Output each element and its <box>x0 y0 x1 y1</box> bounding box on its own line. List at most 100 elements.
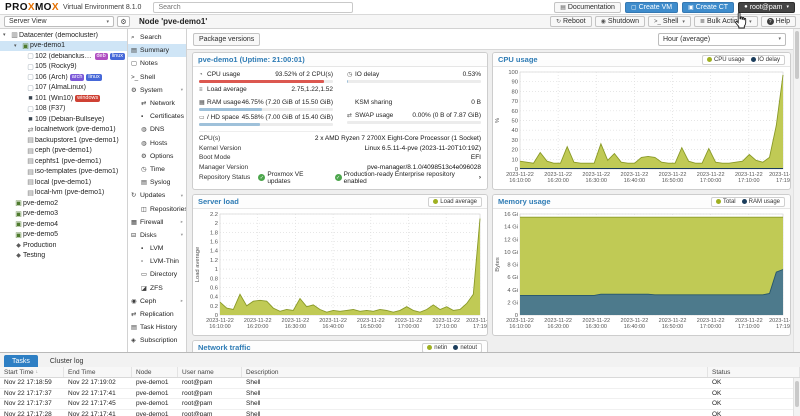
menu-item-directory[interactable]: ▭Directory <box>128 268 186 281</box>
menu-item-search[interactable]: ⌕Search <box>128 31 186 44</box>
bulk-actions-button[interactable]: ≣Bulk Actions▾ <box>694 16 758 27</box>
tree-item-pool-testing[interactable]: ◆Testing <box>0 251 127 262</box>
menu-item-updates[interactable]: ↻Updates▾ <box>128 189 186 202</box>
tree-item-pve-demo4[interactable]: ▣pve-demo4 <box>0 219 127 230</box>
search-icon: ⌕ <box>131 34 140 42</box>
menu-item-hosts[interactable]: ◍Hosts <box>128 137 186 150</box>
time-range-select[interactable]: Hour (average)▾ <box>658 33 786 46</box>
storage-icon: ▤ <box>26 136 35 144</box>
menu-item-zfs[interactable]: ◪ZFS <box>128 282 186 295</box>
tab-cluster-log[interactable]: Cluster log <box>42 355 91 367</box>
tree-item-vm-107[interactable]: ▢107 (AlmaLinux) <box>0 83 127 94</box>
package-versions-button[interactable]: Package versions <box>193 33 260 46</box>
hd-space-bar <box>199 123 333 126</box>
tree-item-local-lvm[interactable]: ▤local-lvm (pve-demo1) <box>0 188 127 199</box>
menu-item-syslog[interactable]: ▤Syslog <box>128 176 186 189</box>
reboot-button[interactable]: ↻Reboot <box>550 16 592 27</box>
certificate-icon: ▪ <box>141 113 150 120</box>
user-menu-button[interactable]: ●root@pam▾ <box>738 2 795 13</box>
tree-item-vm-109[interactable]: ■109 (Debian-Bullseye) <box>0 114 127 125</box>
menu-item-system[interactable]: ⚙System▾ <box>128 84 186 97</box>
menu-item-notes[interactable]: ▢Notes <box>128 57 186 70</box>
vm-icon: ▢ <box>26 52 35 60</box>
col-status[interactable]: Status <box>708 367 800 377</box>
col-node[interactable]: Node <box>132 367 178 377</box>
menu-item-firewall[interactable]: ▦Firewall▸ <box>128 216 186 229</box>
tree-item-pve-demo1[interactable]: ▾▣pve-demo1 <box>0 41 127 52</box>
tree-item-vm-108[interactable]: ▢108 (F37) <box>0 104 127 115</box>
col-user-name[interactable]: User name <box>178 367 242 377</box>
menu-item-task-history[interactable]: ▤Task History <box>128 321 186 334</box>
tree-item-backupstore1[interactable]: ▤backupstore1 (pve-demo1) <box>0 135 127 146</box>
caret-icon[interactable]: ▾ <box>3 32 10 38</box>
menu-item-shell[interactable]: >_Shell <box>128 71 186 84</box>
tree-item-datacenter[interactable]: ▾▥Datacenter (democluster) <box>0 30 127 41</box>
shell-button[interactable]: >_Shell▾ <box>648 16 691 27</box>
tree-item-vm-106[interactable]: ▢106 (Arch)archlinux <box>0 72 127 83</box>
svg-text:Load average: Load average <box>195 247 201 282</box>
tree-item-ceph-storage[interactable]: ▤ceph (pve-demo1) <box>0 146 127 157</box>
task-row[interactable]: Nov 22 17:17:37Nov 22 17:17:41pve-demo1r… <box>0 389 800 400</box>
tree-item-iso-templates[interactable]: ▤iso-templates (pve-demo1) <box>0 167 127 178</box>
menu-item-ceph[interactable]: ◉Ceph▸ <box>128 295 186 308</box>
task-row[interactable]: Nov 22 17:18:59Nov 22 17:19:02pve-demo1r… <box>0 378 800 389</box>
svg-text:70: 70 <box>512 99 518 105</box>
tasks-scrollbar[interactable] <box>793 378 800 416</box>
tree-item-local[interactable]: ▤local (pve-demo1) <box>0 177 127 188</box>
svg-text:16:40:00: 16:40:00 <box>624 178 645 184</box>
create-vm-button[interactable]: ▢Create VM <box>625 2 678 13</box>
content-scrollbar[interactable] <box>793 29 800 352</box>
menu-item-summary[interactable]: ▤Summary <box>128 44 186 57</box>
menu-item-dns[interactable]: ◍DNS <box>128 123 186 136</box>
tree-item-localnetwork[interactable]: ⇄localnetwork (pve-demo1) <box>0 125 127 136</box>
task-row[interactable]: Nov 22 17:17:37Nov 22 17:17:45pve-demo1r… <box>0 399 800 410</box>
menu-item-repositories[interactable]: ◫Repositories <box>128 202 186 215</box>
chevron-right-icon[interactable]: › <box>479 174 481 181</box>
shutdown-button[interactable]: ◉Shutdown <box>595 16 645 27</box>
swap-usage-bar <box>347 121 481 124</box>
menu-item-lvm[interactable]: ▪LVM <box>128 242 186 255</box>
tree-item-pve-demo3[interactable]: ▣pve-demo3 <box>0 209 127 220</box>
documentation-button[interactable]: ▤Documentation <box>554 2 621 13</box>
col-start-time[interactable]: Start Time↓ <box>0 367 64 377</box>
tab-tasks[interactable]: Tasks <box>4 355 38 367</box>
tree-item-pve-demo2[interactable]: ▣pve-demo2 <box>0 198 127 209</box>
scrollbar-thumb[interactable] <box>795 381 799 407</box>
chevron-down-icon[interactable]: ▾ <box>749 19 752 25</box>
view-options-button[interactable]: ⚙ <box>117 16 130 27</box>
manager-version-label: Manager Version <box>199 164 248 171</box>
help-button[interactable]: ?Help <box>761 16 796 27</box>
menu-item-time[interactable]: ◷Time <box>128 163 186 176</box>
menu-item-lvm-thin[interactable]: ▫LVM-Thin <box>128 255 186 268</box>
global-search-input[interactable] <box>153 2 353 13</box>
summary-icon: ▤ <box>131 47 140 54</box>
tree-item-cephfs1[interactable]: ▤cephfs1 (pve-demo1) <box>0 156 127 167</box>
task-row[interactable]: Nov 22 17:17:28Nov 22 17:17:41pve-demo1r… <box>0 410 800 416</box>
tree-item-pve-demo5[interactable]: ▣pve-demo5 <box>0 230 127 241</box>
memory-usage-chart: 02 Gi4 Gi6 Gi8 Gi10 Gi12 Gi14 Gi16 Gi202… <box>493 209 790 335</box>
tree-item-pool-production[interactable]: ◆Production <box>0 240 127 251</box>
col-end-time[interactable]: End Time <box>64 367 132 377</box>
view-mode-select[interactable]: Server View▾ <box>4 16 114 27</box>
load-average-label: Load average <box>207 86 247 93</box>
vm-icon: ▢ <box>26 84 35 92</box>
chevron-down-icon[interactable]: ▾ <box>682 19 685 25</box>
menu-item-options[interactable]: ⚙Options <box>128 150 186 163</box>
scrollbar-thumb[interactable] <box>795 31 799 79</box>
tree-item-vm-102[interactable]: ▢102 (debiancluster)deblinux <box>0 51 127 62</box>
col-description[interactable]: Description <box>242 367 708 377</box>
svg-text:16:40:00: 16:40:00 <box>322 324 343 330</box>
menu-item-network[interactable]: ⇄Network <box>128 97 186 110</box>
create-ct-button[interactable]: ▣Create CT <box>682 2 734 13</box>
tree-item-label: 101 (Win10) <box>35 95 73 102</box>
menu-item-replication[interactable]: ⇄Replication <box>128 308 186 321</box>
tree-item-vm-101[interactable]: ■101 (Win10)windows <box>0 93 127 104</box>
task-status: OK <box>708 411 800 416</box>
tree-item-vm-105[interactable]: ▢105 (Rocky9) <box>0 62 127 73</box>
menu-item-certificates[interactable]: ▪Certificates <box>128 110 186 123</box>
caret-icon[interactable]: ▾ <box>14 43 21 49</box>
menu-item-subscription[interactable]: ◈Subscription <box>128 334 186 347</box>
io-delay-value: 0.53% <box>463 71 481 78</box>
menu-item-disks[interactable]: ⊟Disks▾ <box>128 229 186 242</box>
list-icon: ≣ <box>700 18 705 25</box>
